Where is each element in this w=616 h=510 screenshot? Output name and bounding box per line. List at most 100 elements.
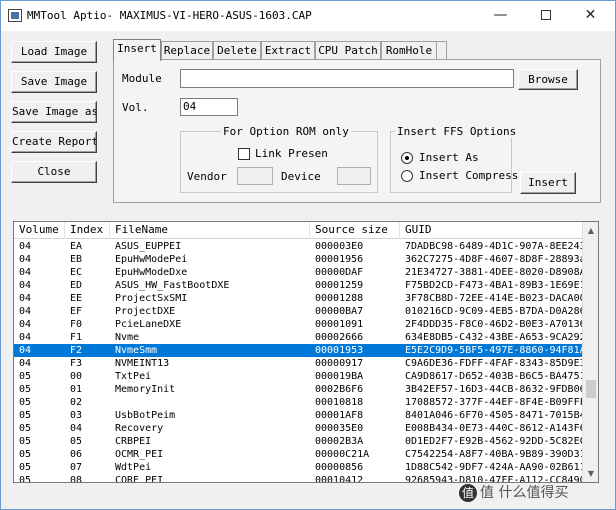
- link-present-checkbox[interactable]: [238, 148, 250, 160]
- cell-guid: C9A6DE36-FDFF-4FAF-8343-85D9E3: [405, 358, 584, 369]
- table-row[interactable]: 04 EF ProjectDXE 00000BA7 010216CD-9C09-4EB5…: [14, 305, 584, 318]
- cell-volume: 04: [19, 358, 32, 369]
- insert-as-radio[interactable]: [401, 152, 413, 164]
- insert-button[interactable]: Insert: [520, 172, 576, 194]
- table-row[interactable]: 04 EC EpuHwModeDxe 00000DAF 21E34727-3881-4D…: [14, 266, 584, 279]
- app-icon[interactable]: [8, 9, 22, 22]
- cell-source-size: 000003E0: [315, 241, 364, 252]
- tab-cpu-patch[interactable]: CPU Patch: [315, 41, 381, 60]
- tab-insert[interactable]: Insert: [113, 39, 161, 61]
- cell-index: EF: [70, 306, 83, 317]
- cell-index: 04: [70, 423, 83, 434]
- option-rom-title: For Option ROM only: [221, 125, 351, 138]
- browse-button[interactable]: Browse: [518, 69, 578, 90]
- cell-guid: 2F4DDD35-F8C0-46D2-B0E3-A70136: [405, 319, 584, 330]
- table-row[interactable]: 04 EE ProjectSxSMI 00001288 3F78CB8D-72EE-41…: [14, 292, 584, 305]
- insert-as-label: Insert As: [419, 151, 479, 164]
- cell-guid: E5E2C9D9-5BF5-497E-8860-94F81A: [405, 345, 584, 356]
- table-row[interactable]: 05 03 UsbBotPeim 00001AF8 8401A046-6F70-4505…: [14, 409, 584, 422]
- save-image-as-button[interactable]: Save Image as..: [11, 101, 97, 123]
- tab-replace[interactable]: Replace: [161, 41, 213, 60]
- tab-delete[interactable]: Delete: [213, 41, 261, 60]
- cell-guid: F75BD2CD-F473-4BA1-89B3-1E69E1: [405, 280, 584, 291]
- column-header-guid[interactable]: GUID: [400, 222, 584, 239]
- table-row[interactable]: 05 06 OCMR_PEI 00000C21A C7542254-A8F7-40BA-…: [14, 448, 584, 461]
- scroll-thumb[interactable]: [586, 380, 596, 398]
- cell-guid: 7DADBC98-6489-4D1C-907A-8EE243: [405, 241, 584, 252]
- device-label: Device: [281, 170, 321, 183]
- scroll-up-icon[interactable]: ▲: [583, 222, 598, 239]
- cell-source-size: 00010818: [315, 397, 364, 408]
- cell-guid: E008B434-0E73-440C-8612-A143F6: [405, 423, 584, 434]
- cell-source-size: 00001288: [315, 293, 364, 304]
- cell-filename: NvmeSmm: [115, 345, 158, 356]
- watermark-text: 值 什么值得买: [480, 485, 569, 501]
- table-header: Volume Index FileName Source size GUID: [14, 222, 584, 239]
- table-row[interactable]: 05 05 CRBPEI 00002B3A 0D1ED2F7-E92B-4562-92D…: [14, 435, 584, 448]
- table-row[interactable]: 05 00 TxtPei 000019BA CA9D8617-D652-403B-B6C…: [14, 370, 584, 383]
- cell-filename: EpuHwModeDxe: [115, 267, 188, 278]
- cell-guid: 17088572-377F-44EF-8F4E-B09FFF: [405, 397, 584, 408]
- save-image-button[interactable]: Save Image: [11, 71, 97, 93]
- close-icon[interactable]: ✕: [568, 3, 613, 27]
- table-row[interactable]: 04 F2 NvmeSmm 00001953 E5E2C9D9-5BF5-497E-88…: [14, 344, 584, 357]
- cell-source-size: 0002B6F6: [315, 384, 364, 395]
- cell-volume: 05: [19, 410, 32, 421]
- table-row[interactable]: 04 EB EpuHwModePei 00001956 362C7275-4D8F-46…: [14, 253, 584, 266]
- cell-index: EC: [70, 267, 83, 278]
- table-row[interactable]: 04 F0 PcieLaneDXE 00001091 2F4DDD35-F8C0-46D…: [14, 318, 584, 331]
- tab-romhole[interactable]: RomHole: [381, 41, 437, 60]
- cell-source-size: 00010412: [315, 475, 364, 483]
- table-row[interactable]: 04 EA ASUS_EUPPEI 000003E0 7DADBC98-6489-4D1…: [14, 240, 584, 253]
- cell-volume: 04: [19, 345, 32, 356]
- scroll-down-icon[interactable]: ▼: [583, 465, 598, 482]
- column-header-filename[interactable]: FileName: [110, 222, 310, 239]
- module-table[interactable]: Volume Index FileName Source size GUID 0…: [13, 221, 599, 483]
- table-row[interactable]: 04 ED ASUS_HW_FastBootDXE 00001259 F75BD2CD-…: [14, 279, 584, 292]
- column-header-volume[interactable]: Volume: [14, 222, 65, 239]
- vertical-scrollbar[interactable]: ▲ ▼: [582, 222, 598, 482]
- load-image-button[interactable]: Load Image: [11, 41, 97, 63]
- cell-filename: [110, 396, 310, 409]
- title-bar[interactable]: MMTool Aptio- MAXIMUS-VI-HERO-ASUS-1603.…: [1, 1, 615, 31]
- module-path-input[interactable]: [180, 69, 514, 88]
- cell-source-size: 000035E0: [315, 423, 364, 434]
- volume-input[interactable]: 04: [180, 98, 238, 116]
- maximize-icon[interactable]: [523, 3, 568, 27]
- minimize-icon[interactable]: —: [478, 3, 523, 27]
- table-row[interactable]: 04 F3 NVMEINT13 00000917 C9A6DE36-FDFF-4FAF-…: [14, 357, 584, 370]
- app-window: MMTool Aptio- MAXIMUS-VI-HERO-ASUS-1603.…: [0, 0, 616, 510]
- cell-guid: 0D1ED2F7-E92B-4562-92DD-5C82EC: [405, 436, 584, 447]
- cell-volume: 05: [19, 371, 32, 382]
- cell-guid: 21E34727-3881-4DEE-8020-D8908A: [405, 267, 584, 278]
- cell-source-size: 00000917: [315, 358, 364, 369]
- cell-filename: ASUS_HW_FastBootDXE: [115, 280, 230, 291]
- cell-index: F1: [70, 332, 83, 343]
- table-row[interactable]: 05 04 Recovery 000035E0 E008B434-0E73-440C-8…: [14, 422, 584, 435]
- cell-volume: 04: [19, 306, 32, 317]
- cell-volume: 04: [19, 241, 32, 252]
- cell-filename: OCMR_PEI: [115, 449, 164, 460]
- cell-guid: 8401A046-6F70-4505-8471-7015B4: [405, 410, 584, 421]
- create-report-button[interactable]: Create Report: [11, 131, 97, 153]
- cell-index: EA: [70, 241, 83, 252]
- cell-filename: TxtPei: [115, 371, 152, 382]
- cell-index: 03: [70, 410, 83, 421]
- cell-volume: 04: [19, 267, 32, 278]
- table-row[interactable]: 05 07 WdtPei 00000856 1D88C542-9DF7-424A-AA9…: [14, 461, 584, 474]
- column-header-index[interactable]: Index: [65, 222, 110, 239]
- cell-guid: C7542254-A8F7-40BA-9B89-390D31: [405, 449, 584, 460]
- device-input[interactable]: [337, 167, 371, 185]
- vendor-label: Vendor: [187, 170, 227, 183]
- cell-filename: MemoryInit: [115, 384, 176, 395]
- table-row[interactable]: 04 F1 Nvme 00002666 634E8DB5-C432-43BE-A653-…: [14, 331, 584, 344]
- vendor-input[interactable]: [237, 167, 273, 185]
- insert-compress-radio[interactable]: [401, 170, 413, 182]
- table-row[interactable]: 05 02 00010818 17088572-377F-44EF-8F4E-B09F…: [14, 396, 584, 409]
- close-button[interactable]: Close: [11, 161, 97, 183]
- cell-filename: PcieLaneDXE: [115, 319, 182, 330]
- column-header-source-size[interactable]: Source size: [310, 222, 400, 239]
- tab-extract[interactable]: Extract: [261, 41, 315, 60]
- table-row[interactable]: 05 01 MemoryInit 0002B6F6 3B42EF57-16D3-44CB…: [14, 383, 584, 396]
- cell-guid: 3B42EF57-16D3-44CB-8632-9FDB06: [405, 384, 584, 395]
